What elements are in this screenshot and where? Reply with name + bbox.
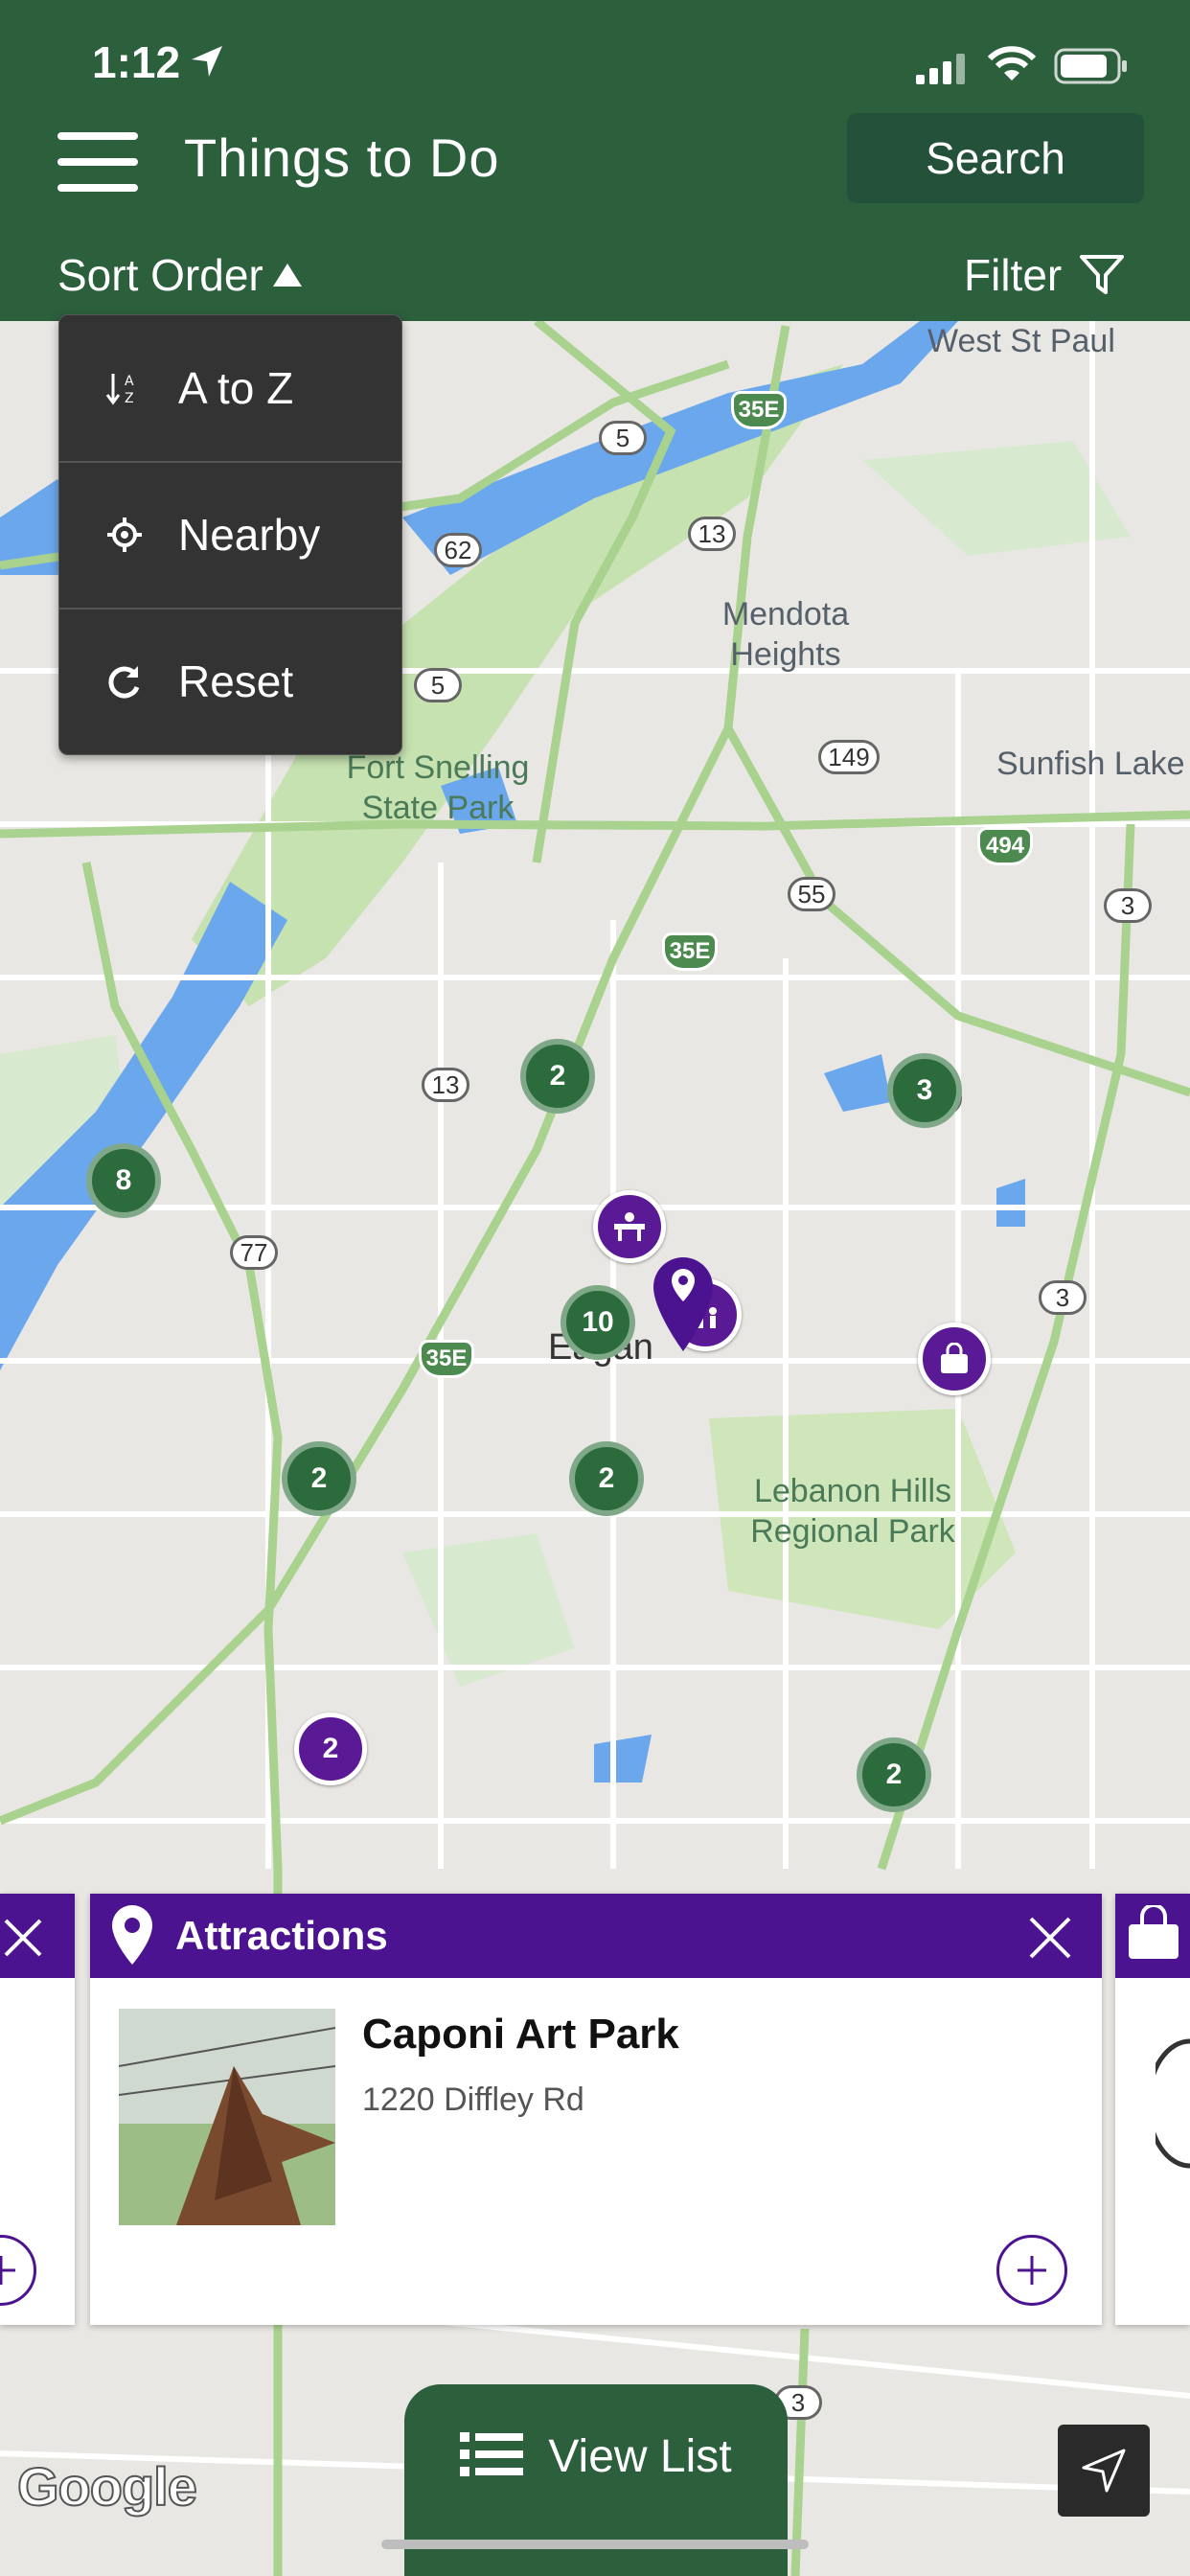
cluster-marker[interactable]: 2 [282,1441,356,1516]
shopping-marker-icon[interactable] [918,1322,991,1395]
interstate-shield: 35E [662,932,718,971]
place-label: Lebanon Hills Regional Park [750,1473,955,1550]
route-marker: 62 [434,533,482,567]
place-address: 1220 Diffley Rd [362,2082,584,2118]
reset-icon [96,662,153,701]
route-marker: 77 [230,1235,278,1270]
sort-option-label: A to Z [178,363,294,413]
home-indicator [381,2540,809,2549]
picnic-marker-icon[interactable] [593,1190,666,1263]
location-arrow-icon [192,46,222,77]
sort-order-label: Sort Order [57,250,263,300]
cluster-marker[interactable]: 10 [561,1285,635,1360]
map-pin-icon [112,1905,152,1965]
interstate-shield: 494 [977,827,1033,865]
place-name[interactable]: Caponi Art Park [362,2011,679,2058]
route-marker: 3 [1039,1280,1087,1315]
route-marker: 5 [599,421,647,455]
place-label: Mendota Heights [721,596,850,673]
filter-icon [1080,255,1125,294]
search-button[interactable]: Search [847,113,1144,203]
plus-icon [0,2256,15,2285]
crosshair-icon [96,516,153,554]
filter-button[interactable]: Filter [964,249,1125,301]
shopping-bag-icon [1129,1905,1179,1959]
sort-az-icon: AZ [96,370,153,406]
card-category: Attractions [175,1913,388,1958]
list-icon [460,2432,524,2476]
sort-option-label: Nearby [178,510,321,560]
sort-option-reset[interactable]: Reset [59,609,401,754]
cluster-marker[interactable]: 8 [86,1143,161,1218]
caret-up-icon [272,264,302,287]
cluster-marker[interactable]: 2 [569,1441,644,1516]
page-title: Things to Do [184,127,500,188]
sort-order-button[interactable]: Sort Order [57,249,304,301]
route-marker: 55 [788,877,835,911]
place-photo [119,2009,335,2225]
sort-option-a-to-z[interactable]: AZ A to Z [59,315,401,461]
menu-icon[interactable] [57,132,138,192]
route-marker: 149 [818,740,880,774]
cluster-marker[interactable]: 2 [520,1039,595,1114]
add-button[interactable] [996,2235,1067,2306]
selected-pin-icon[interactable] [652,1255,715,1353]
plus-icon [1018,2256,1046,2285]
route-marker: 3 [1104,888,1152,923]
place-logo [1156,2038,1190,2169]
sort-option-nearby[interactable]: Nearby [59,462,401,608]
cluster-marker[interactable]: 3 [887,1053,962,1128]
sort-option-label: Reset [178,656,294,706]
cluster-marker[interactable]: 2 [857,1737,931,1812]
place-label: Sunfish Lake [996,746,1185,782]
route-marker: 13 [688,517,736,551]
wifi-icon [987,46,1037,80]
svg-text:Z: Z [125,391,134,406]
place-label: Fort Snelling State Park [346,749,530,826]
route-marker: 5 [414,668,462,702]
filter-label: Filter [964,250,1063,300]
interstate-shield: 35E [419,1340,474,1378]
navigation-arrow-icon [1082,2449,1126,2493]
signal-icon [916,54,965,84]
view-list-label: View List [548,2431,732,2482]
google-logo: Google [16,2455,198,2518]
place-label: West St Paul [927,323,1115,359]
sort-menu: AZ A to Z Nearby Reset [58,314,402,755]
purple-cluster-marker[interactable]: 2 [294,1713,367,1785]
interstate-shield: 35E [731,391,787,429]
close-icon[interactable] [2,1917,44,1959]
svg-text:A: A [125,374,134,389]
close-icon[interactable] [1027,1915,1073,1961]
status-time: 1:12 [92,37,181,87]
locate-me-button[interactable] [1058,2425,1150,2517]
route-marker: 13 [422,1068,469,1102]
battery-icon [1054,48,1127,84]
